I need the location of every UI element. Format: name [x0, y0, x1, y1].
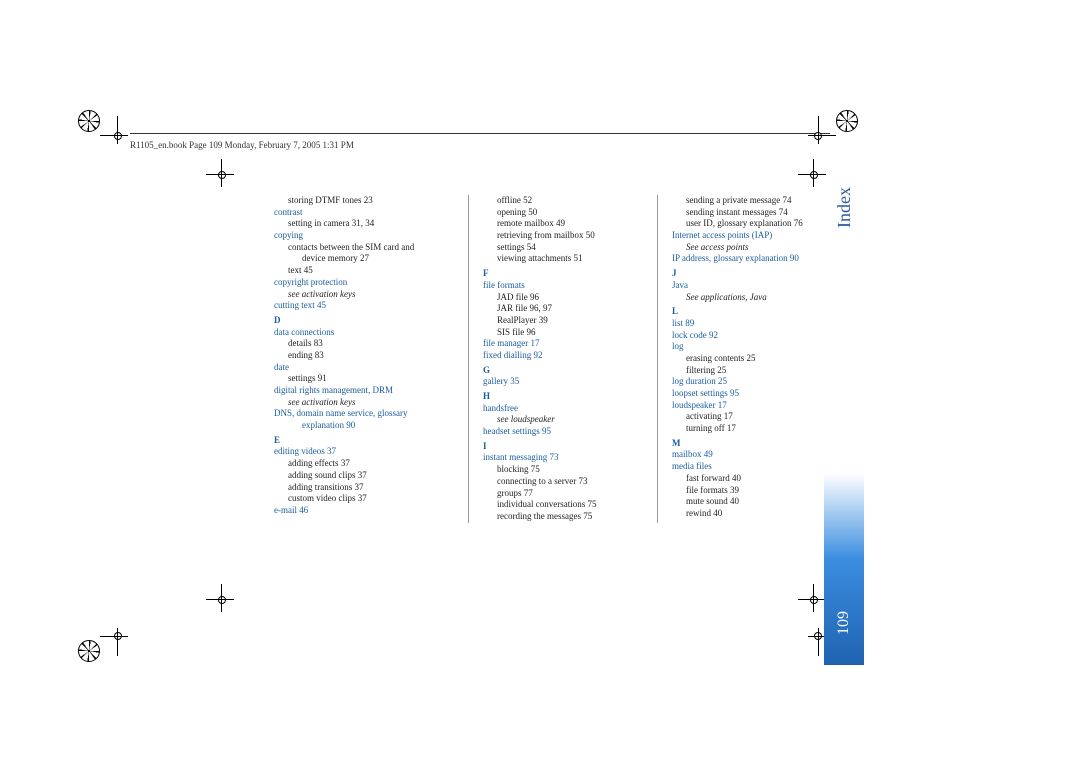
index-entry: see activation keys: [288, 397, 454, 409]
index-entry: offline 52: [497, 195, 643, 207]
index-entry: ending 83: [288, 350, 454, 362]
index-entry: text 45: [288, 265, 454, 277]
index-entry: editing videos 37: [274, 446, 454, 458]
document-page: R1105_en.book Page 109 Monday, February …: [0, 0, 1080, 763]
index-entry: see activation keys: [288, 289, 454, 301]
section-title: Index: [834, 187, 855, 228]
index-entry: setting in camera 31, 34: [288, 218, 454, 230]
index-entry: SIS file 96: [497, 327, 643, 339]
index-entry: adding sound clips 37: [288, 470, 454, 482]
index-entry: D: [274, 315, 454, 327]
crop-mark-icon: [78, 612, 128, 662]
index-entry: log: [672, 341, 848, 353]
index-entry: details 83: [288, 338, 454, 350]
index-entry: list 89: [672, 318, 848, 330]
index-entry: headset settings 95: [483, 426, 643, 438]
index-entry: DNS, domain name service, glossary: [274, 408, 454, 420]
index-entry: L: [672, 306, 848, 318]
index-entry: adding transitions 37: [288, 482, 454, 494]
index-entry: instant messaging 73: [483, 452, 643, 464]
index-entry: lock code 92: [672, 330, 848, 342]
book-header: R1105_en.book Page 109 Monday, February …: [130, 140, 354, 150]
index-entry: fixed dialling 92: [483, 350, 643, 362]
index-entry: M: [672, 438, 848, 450]
index-entry: opening 50: [497, 207, 643, 219]
index-entry: copyright protection: [274, 277, 454, 289]
index-entry: cutting text 45: [274, 300, 454, 312]
index-entry: copying: [274, 230, 454, 242]
index-entry: H: [483, 391, 643, 403]
index-entry: loopset settings 95: [672, 388, 848, 400]
index-entry: data connections: [274, 327, 454, 339]
index-entry: file formats: [483, 280, 643, 292]
index-entry: groups 77: [497, 488, 643, 500]
index-entry: settings 91: [288, 373, 454, 385]
index-entry: F: [483, 268, 643, 280]
index-entry: JAR file 96, 97: [497, 303, 643, 315]
index-entry: see loudspeaker: [497, 414, 643, 426]
index-entry: E: [274, 435, 454, 447]
index-column-1: storing DTMF tones 23contrastsetting in …: [270, 195, 469, 523]
crop-mark-icon: [808, 110, 858, 160]
index-entry: connecting to a server 73: [497, 476, 643, 488]
index-entry: digital rights management, DRM: [274, 385, 454, 397]
index-entry: custom video clips 37: [288, 493, 454, 505]
index-entry: I: [483, 441, 643, 453]
index-entry: IP address, glossary explanation 90: [672, 253, 848, 265]
index-entry: recording the messages 75: [497, 511, 643, 523]
index-columns: storing DTMF tones 23contrastsetting in …: [270, 195, 862, 523]
index-entry: mailbox 49: [672, 449, 848, 461]
index-entry: media files: [672, 461, 848, 473]
side-tab: Index 109: [824, 185, 864, 665]
index-entry: retrieving from mailbox 50: [497, 230, 643, 242]
page-number: 109: [835, 611, 853, 635]
index-entry: log duration 25: [672, 376, 848, 388]
index-entry: contacts between the SIM card and: [288, 242, 454, 254]
index-entry: storing DTMF tones 23: [288, 195, 454, 207]
index-entry: device memory 27: [302, 253, 454, 265]
header-rule: [130, 133, 830, 134]
index-entry: e-mail 46: [274, 505, 454, 517]
index-entry: file manager 17: [483, 338, 643, 350]
index-entry: viewing attachments 51: [497, 253, 643, 265]
index-entry: date: [274, 362, 454, 374]
index-entry: handsfree: [483, 403, 643, 415]
index-entry: J: [672, 268, 848, 280]
index-entry: blocking 75: [497, 464, 643, 476]
index-entry: RealPlayer 39: [497, 315, 643, 327]
index-column-2: offline 52opening 50remote mailbox 49ret…: [469, 195, 658, 523]
index-entry: remote mailbox 49: [497, 218, 643, 230]
index-entry: Java: [672, 280, 848, 292]
index-entry: contrast: [274, 207, 454, 219]
crop-mark-icon: [78, 110, 128, 160]
index-entry: Internet access points (IAP): [672, 230, 848, 242]
index-entry: settings 54: [497, 242, 643, 254]
crop-dot-icon: [196, 165, 246, 215]
index-entry: G: [483, 365, 643, 377]
index-entry: individual conversations 75: [497, 499, 643, 511]
index-entry: explanation 90: [302, 420, 454, 432]
index-entry: gallery 35: [483, 376, 643, 388]
index-entry: JAD file 96: [497, 292, 643, 304]
index-entry: adding effects 37: [288, 458, 454, 470]
crop-dot-icon: [196, 590, 246, 640]
index-entry: loudspeaker 17: [672, 400, 848, 412]
